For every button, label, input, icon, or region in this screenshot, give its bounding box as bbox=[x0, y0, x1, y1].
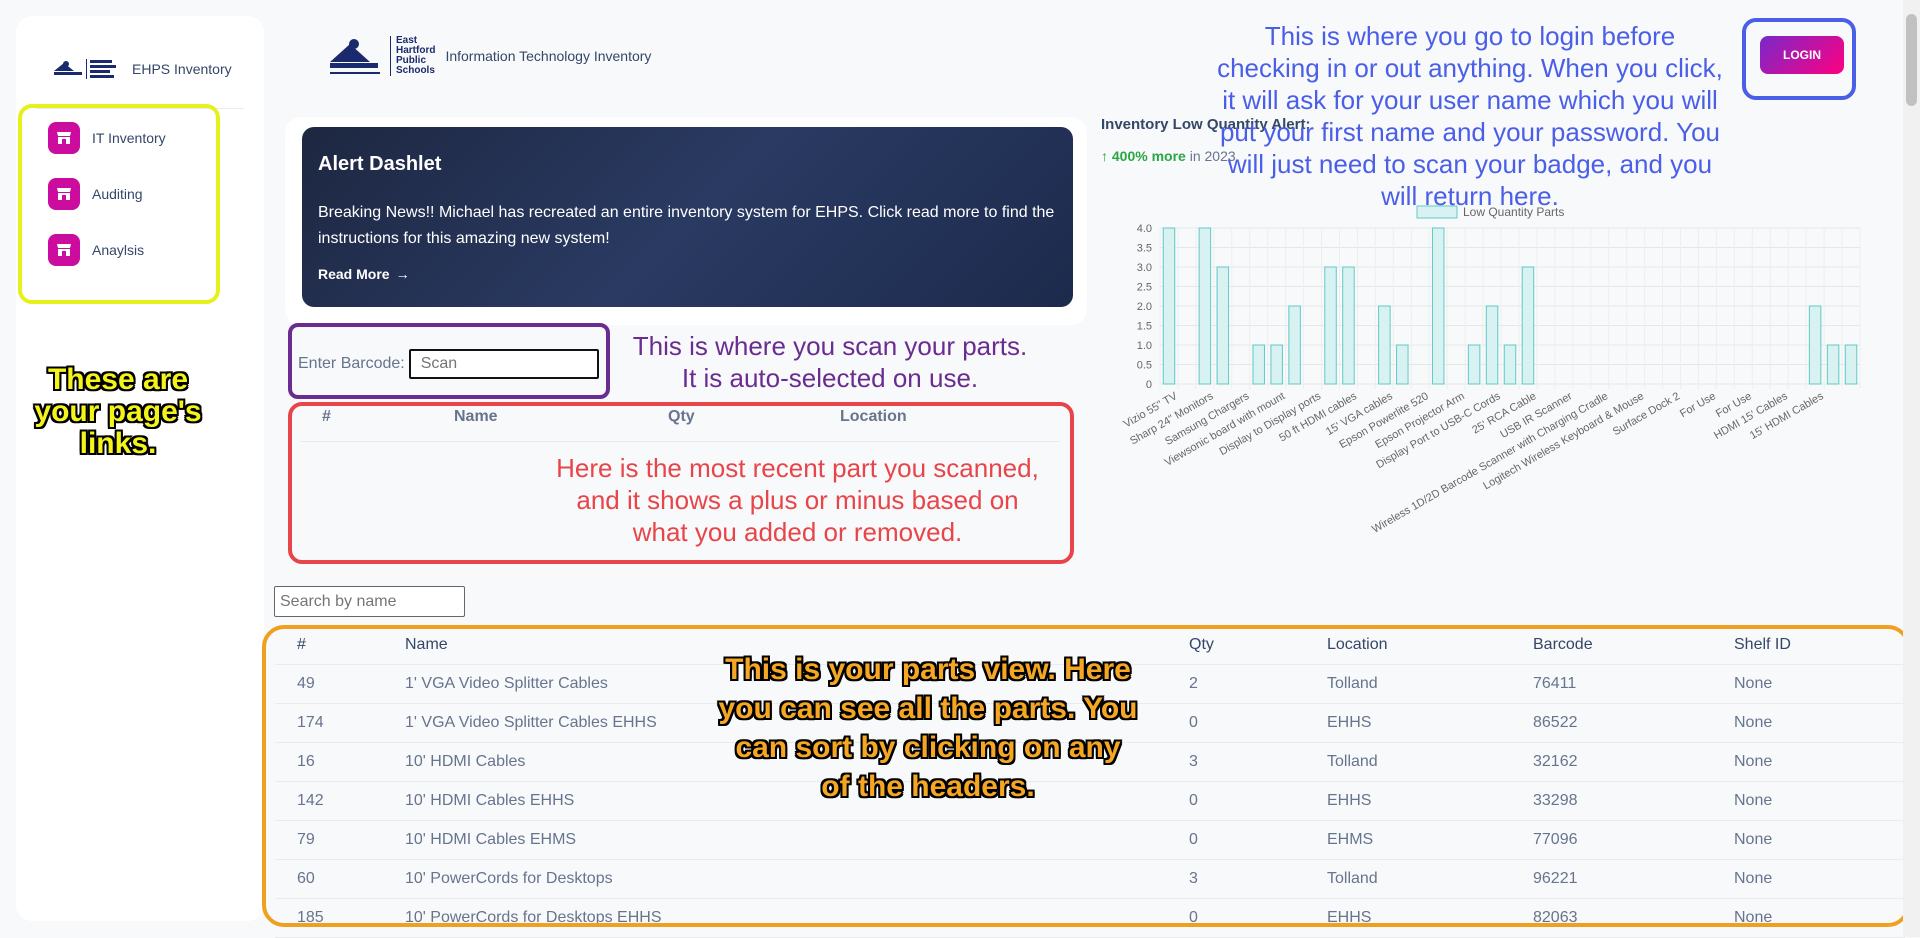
chart-bar bbox=[1270, 344, 1283, 385]
read-more-link[interactable]: Read More → bbox=[318, 266, 410, 282]
page-scrollbar[interactable] bbox=[1903, 0, 1920, 937]
chart-bar bbox=[1252, 344, 1265, 385]
arrow-up-icon: ↑ bbox=[1101, 148, 1108, 164]
logo-wordmark: East Hartford Public Schools bbox=[390, 36, 435, 76]
dashlet-text: Breaking News!! Michael has recreated an… bbox=[318, 204, 1055, 247]
chart-bar bbox=[1342, 266, 1355, 385]
chart-bar bbox=[1378, 305, 1391, 385]
chart-bar bbox=[1216, 266, 1230, 385]
sidebar-brand[interactable]: EHPS Inventory bbox=[16, 16, 264, 96]
nav-annotation-box bbox=[18, 104, 220, 304]
parts-annotation-text: This is your parts view. Here you can se… bbox=[718, 653, 1138, 803]
chart-bar bbox=[1485, 305, 1499, 385]
ehps-logo-icon bbox=[330, 39, 380, 74]
scrollbar-thumb[interactable] bbox=[1906, 14, 1917, 106]
chart-y-tick-label: 3.0 bbox=[1137, 262, 1152, 274]
chart-bar bbox=[1844, 344, 1858, 385]
nav-annotation-text: These are your page's links. bbox=[34, 363, 202, 460]
login-annotation-text: This is where you go to login before che… bbox=[1217, 21, 1723, 211]
chart-bar bbox=[1826, 344, 1840, 385]
chart-y-tick-label: 1.5 bbox=[1137, 321, 1152, 333]
chart-bar bbox=[1324, 266, 1337, 385]
chart-y-tick-label: 2.0 bbox=[1137, 301, 1152, 313]
read-more-label: Read More bbox=[318, 266, 390, 282]
chart-bar bbox=[1521, 266, 1535, 385]
chart-bar bbox=[1503, 344, 1517, 385]
chart-x-tick-label: For Use bbox=[1678, 390, 1718, 420]
recent-annotation-text: Here is the most recent part you scanned… bbox=[556, 453, 1039, 547]
ehps-logo-icon bbox=[54, 59, 116, 79]
dashlet-title: Alert Dashlet bbox=[318, 153, 442, 175]
alert-dashlet: Alert Dashlet Breaking News!! Michael ha… bbox=[302, 127, 1073, 307]
chart-y-tick-label: 3.5 bbox=[1137, 243, 1152, 255]
scan-annotation-box bbox=[288, 323, 610, 399]
login-annotation-box bbox=[1742, 18, 1856, 100]
chart-y-tick-label: 4.0 bbox=[1137, 223, 1152, 235]
chart-y-tick-label: 2.5 bbox=[1137, 282, 1152, 294]
chart-bar bbox=[1162, 227, 1176, 385]
logo-line: Schools bbox=[396, 65, 435, 76]
sidebar-brand-label: EHPS Inventory bbox=[132, 61, 232, 77]
low-quantity-chart: Low Quantity Parts00.51.01.52.02.53.03.5… bbox=[1122, 205, 1861, 536]
chart-bar bbox=[1808, 305, 1822, 385]
chart-bar bbox=[1396, 344, 1409, 385]
page-title: Information Technology Inventory bbox=[445, 48, 652, 64]
scan-annotation-text: This is where you scan your parts. It is… bbox=[632, 331, 1028, 393]
arrow-right-icon: → bbox=[395, 266, 410, 282]
chart-y-tick-label: 1.0 bbox=[1137, 340, 1152, 352]
header-logo: East Hartford Public Schools Information… bbox=[328, 34, 651, 78]
chart-bar bbox=[1198, 227, 1212, 385]
chart-bar bbox=[1467, 344, 1481, 385]
chart-subtitle-value: 400% more bbox=[1111, 148, 1186, 164]
chart-y-tick-label: 0 bbox=[1146, 379, 1152, 391]
chart-bar bbox=[1288, 305, 1301, 385]
chart-bar bbox=[1431, 227, 1445, 385]
chart-y-tick-label: 0.5 bbox=[1137, 360, 1152, 372]
search-input[interactable] bbox=[274, 586, 465, 617]
